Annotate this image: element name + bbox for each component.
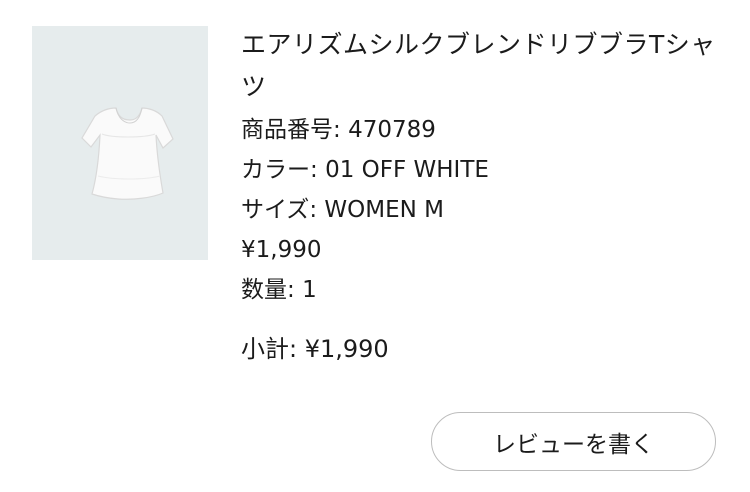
subtotal-label: 小計 — [241, 335, 289, 363]
subtotal-row: 小計: ¥1,990 — [241, 335, 389, 363]
item-number-label: 商品番号 — [241, 117, 333, 143]
tshirt-icon — [81, 107, 174, 200]
quantity-label: 数量 — [241, 277, 287, 303]
write-review-button[interactable]: レビューを書く — [431, 412, 716, 471]
size-label: サイズ — [241, 197, 310, 223]
product-name[interactable]: エアリズムシルクブレンドリブブラTシャツ — [241, 24, 721, 108]
product-image[interactable] — [32, 26, 208, 260]
quantity-row: 数量: 1 — [241, 277, 317, 303]
size-value: WOMEN M — [324, 197, 444, 223]
subtotal-value: ¥1,990 — [304, 335, 389, 363]
order-item-card: エアリズムシルクブレンドリブブラTシャツ 商品番号: 470789 カラー: 0… — [0, 0, 750, 492]
product-details: エアリズムシルクブレンドリブブラTシャツ 商品番号: 470789 カラー: 0… — [241, 24, 721, 393]
size-row: サイズ: WOMEN M — [241, 197, 444, 223]
color-row: カラー: 01 OFF WHITE — [241, 157, 489, 183]
item-number-row: 商品番号: 470789 — [241, 117, 436, 143]
price: ¥1,990 — [241, 237, 322, 263]
color-value: 01 OFF WHITE — [325, 157, 489, 183]
color-label: カラー — [241, 157, 310, 183]
item-number-value: 470789 — [348, 117, 436, 143]
quantity-value: 1 — [302, 277, 317, 303]
